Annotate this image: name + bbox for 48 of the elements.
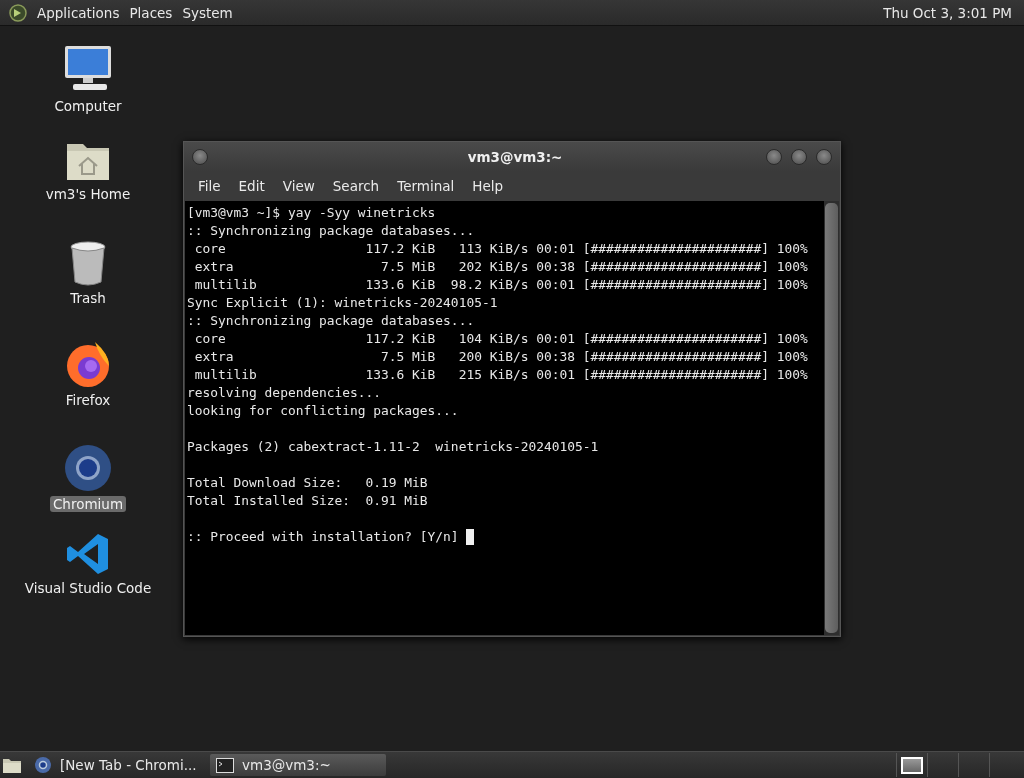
terminal-line: multilib 133.6 KiB 215 KiB/s 00:01 [######################] 100% [193, 366, 808, 384]
desktop-icon-label[interactable]: vm3's Home [42, 186, 134, 202]
menu-item[interactable]: Terminal [388, 178, 464, 194]
maximize-button[interactable] [791, 148, 807, 165]
menu-item[interactable]: File [189, 178, 230, 194]
trash-icon [69, 240, 107, 286]
menu-item[interactable]: Search [323, 178, 389, 194]
terminal-line: core 117.2 KiB 113 KiB/s 00:01 [######################] 100% [193, 240, 808, 258]
minimize-button[interactable] [766, 148, 782, 165]
terminal-line: Sync Explicit (1): winetricks-20240105-1 [187, 294, 498, 312]
menu-item[interactable]: Edit [229, 178, 274, 194]
terminal-line: :: Synchronizing package databases... [187, 312, 475, 330]
gnome-foot-icon[interactable] [8, 2, 28, 23]
panel-menu[interactable]: Applications [32, 4, 125, 21]
taskbar-button[interactable]: [New Tab - Chromi... [28, 754, 204, 776]
chromium-icon [64, 444, 112, 492]
desktop-icon-label[interactable]: Trash [67, 290, 109, 306]
close-button[interactable] [816, 148, 832, 165]
firefox-icon [65, 340, 111, 388]
terminal-icon [216, 757, 234, 773]
panel-menu[interactable]: System [177, 4, 238, 21]
window-menu-button[interactable] [192, 148, 208, 165]
vscode-icon [66, 532, 110, 576]
terminal-line: resolving dependencies... [187, 384, 382, 402]
terminal-line: multilib 133.6 KiB 98.2 KiB/s 00:01 [######################] 100% [193, 276, 808, 294]
terminal-line: extra 7.5 MiB 202 KiB/s 00:38 [######################] 100% [193, 258, 808, 276]
desktop-icon-label[interactable]: Chromium [49, 496, 127, 512]
menu-item[interactable]: Help [463, 178, 513, 194]
title-bar[interactable]: vm3@vm3:~ [184, 142, 840, 171]
terminal-line: :: Proceed with installation? [Y/n] [187, 528, 460, 546]
terminal-line: Packages (2) cabextract-1.11-2 winetricks-20240105-1 [187, 438, 599, 456]
terminal-line: Total Installed Size: 0.91 MiB [187, 492, 428, 510]
terminal-line: looking for conflicting packages... [187, 402, 459, 420]
terminal-line: :: Synchronizing package databases... [187, 222, 475, 240]
terminal-line: extra 7.5 MiB 200 KiB/s 00:38 [######################] 100% [193, 348, 808, 366]
terminal-line: core 117.2 KiB 104 KiB/s 00:01 [######################] 100% [193, 330, 808, 348]
chromium-icon [34, 756, 52, 774]
window-title: vm3@vm3:~ [466, 148, 564, 165]
menu-item[interactable]: View [273, 178, 324, 194]
panel-menu[interactable]: Places [124, 4, 178, 21]
desktop-icon-label[interactable]: Computer [51, 98, 125, 114]
show-desktop-icon[interactable] [2, 756, 22, 774]
terminal-line: [vm3@vm3 ~]$ yay -Syy winetricks [187, 204, 436, 222]
terminal-line: Total Download Size: 0.19 MiB [187, 474, 428, 492]
clock[interactable]: Thu Oct 3, 3:01 PM [877, 4, 1018, 21]
taskbar-button[interactable]: vm3@vm3:~ [210, 754, 386, 776]
desktop-icon-label[interactable]: Firefox [62, 392, 114, 408]
desktop-icon-label[interactable]: Visual Studio Code [21, 580, 155, 596]
